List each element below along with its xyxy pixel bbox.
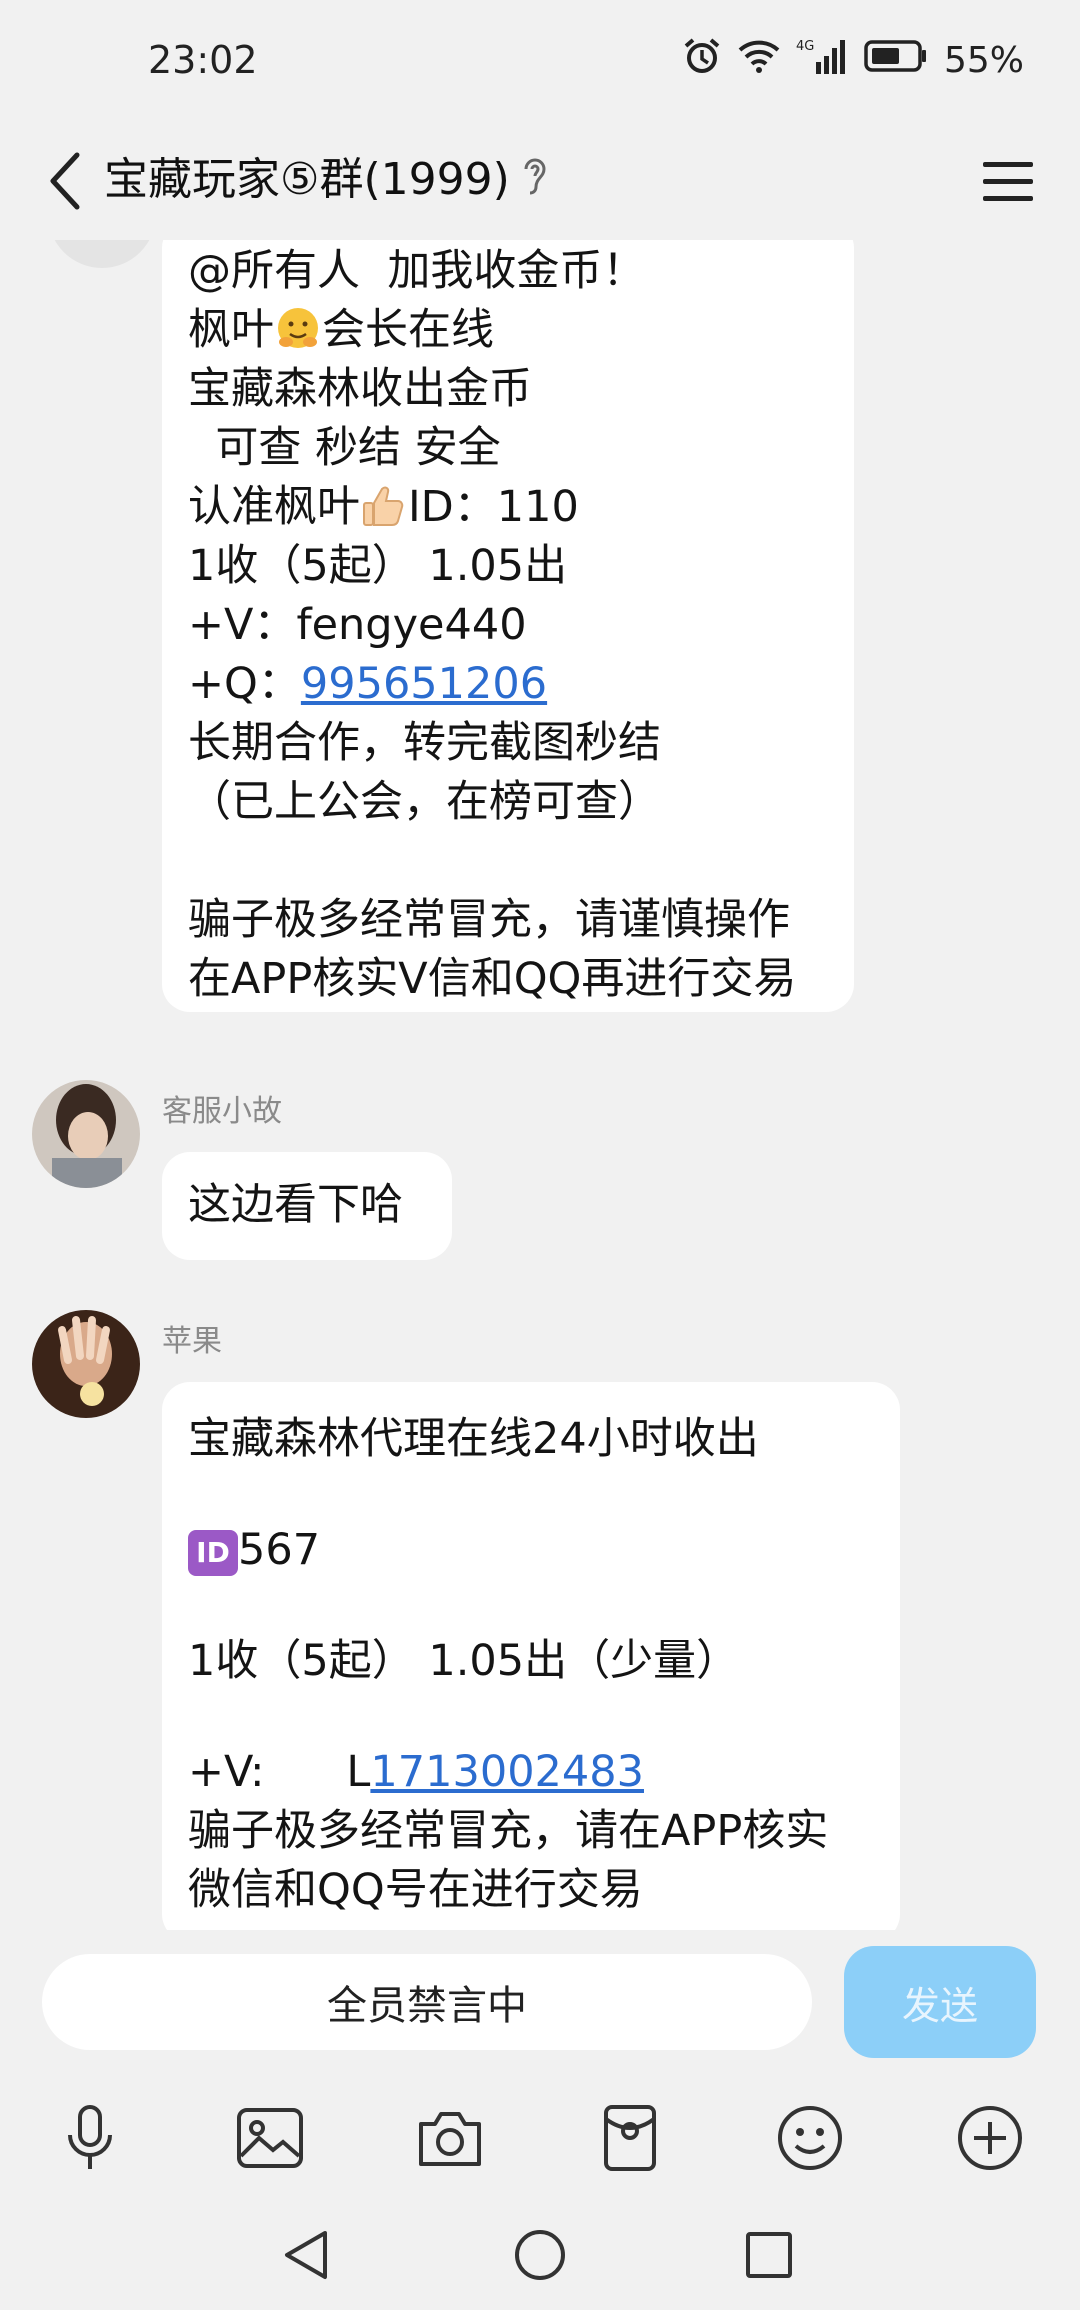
message-text: 骗子极多经常冒充，请在APP核实 bbox=[188, 1806, 829, 1856]
hugging-face-emoji-icon bbox=[278, 308, 318, 348]
avatar[interactable] bbox=[32, 1080, 140, 1188]
nav-recents-button[interactable] bbox=[734, 2220, 804, 2290]
sender-name: 客服小故 bbox=[162, 1094, 282, 1129]
message-text: （已上公会，在榜可查） bbox=[188, 777, 661, 827]
avatar[interactable] bbox=[32, 1310, 140, 1418]
message-text: 微信和QQ号在进行交易 bbox=[188, 1865, 643, 1915]
input-toolbar bbox=[0, 2080, 1080, 2190]
battery-percent: 55% bbox=[943, 40, 1024, 81]
message-text: ID：110 bbox=[408, 482, 579, 532]
thumbs-up-emoji-icon bbox=[363, 486, 404, 526]
chat-message-list[interactable]: @所有人 加我收金币！ 枫叶 会长在线 宝藏森林收出金币 可查 秒结 安全 认准枫… bbox=[0, 240, 1080, 1930]
message-text: 会长在线 bbox=[322, 305, 494, 355]
message-text: 宝藏森林代理在线24小时收出 bbox=[188, 1414, 759, 1464]
message-input[interactable]: 全员禁言中 bbox=[42, 1954, 812, 2050]
message-text: 长期合作，转完截图秒结 bbox=[188, 718, 661, 768]
signal-icon: 4G bbox=[796, 36, 848, 85]
network-type: 4G bbox=[796, 39, 814, 54]
image-icon[interactable] bbox=[234, 2102, 306, 2174]
status-icons: 4G 55% bbox=[682, 36, 1024, 85]
message-text-row: 认准枫叶 ID：110 bbox=[188, 478, 828, 537]
chevron-left-icon bbox=[50, 152, 80, 210]
wechat-number-link[interactable]: 1713002483 bbox=[370, 1747, 644, 1797]
message-text: 枫叶 bbox=[188, 305, 274, 355]
message-text-row: 枫叶 会长在线 bbox=[188, 301, 828, 360]
message-text: 1收（5起） 1.05出（少量） bbox=[188, 1636, 740, 1686]
alarm-icon bbox=[682, 36, 722, 85]
ear-icon[interactable] bbox=[520, 153, 550, 201]
avatar[interactable] bbox=[48, 240, 156, 268]
message-text: 这边看下哈 bbox=[188, 1180, 403, 1230]
red-packet-icon[interactable] bbox=[594, 2102, 666, 2174]
menu-line bbox=[983, 161, 1033, 167]
message-text-row: +V: L1713002483 bbox=[188, 1743, 874, 1802]
back-button[interactable] bbox=[30, 141, 100, 221]
message-text: +V：fengye440 bbox=[188, 600, 527, 650]
message-text-row: ID 567 bbox=[188, 1521, 874, 1580]
message-text: 骗子极多经常冒充，请谨慎操作 bbox=[188, 895, 790, 945]
message-text-row: +Q：995651206 bbox=[188, 655, 828, 714]
status-time: 23:02 bbox=[148, 38, 258, 82]
message-text: 1收（5起） 1.05出 bbox=[188, 541, 568, 591]
message-text: +Q： bbox=[188, 659, 301, 709]
nav-home-button[interactable] bbox=[505, 2220, 575, 2290]
battery-icon bbox=[864, 39, 928, 82]
camera-icon[interactable] bbox=[414, 2102, 486, 2174]
plus-icon[interactable] bbox=[954, 2102, 1026, 2174]
id-badge-icon: ID bbox=[188, 1530, 238, 1576]
message-text: 可查 秒结 安全 bbox=[188, 423, 501, 473]
emoji-icon[interactable] bbox=[774, 2102, 846, 2174]
sender-name: 苹果 bbox=[162, 1324, 222, 1359]
message-text: 宝藏森林收出金币 bbox=[188, 364, 532, 414]
microphone-icon[interactable] bbox=[54, 2102, 126, 2174]
wifi-icon bbox=[738, 38, 780, 83]
message-text: +V: L bbox=[188, 1747, 371, 1797]
system-navigation-bar bbox=[0, 2210, 1080, 2310]
chat-header: 宝藏玩家⑤群(1999) bbox=[0, 125, 1080, 240]
message-text: @所有人 加我收金币！ bbox=[188, 246, 646, 296]
message-text: 567 bbox=[238, 1525, 321, 1575]
send-button[interactable]: 发送 bbox=[844, 1946, 1036, 2058]
message-bubble[interactable]: 这边看下哈 bbox=[162, 1152, 452, 1260]
menu-line bbox=[983, 178, 1033, 184]
message-bubble[interactable]: @所有人 加我收金币！ 枫叶 会长在线 宝藏森林收出金币 可查 秒结 安全 认准枫… bbox=[162, 240, 854, 1012]
message-bubble[interactable]: 宝藏森林代理在线24小时收出 ID 567 1收（5起） 1.05出（少量） +V… bbox=[162, 1382, 900, 1930]
input-area: 全员禁言中 发送 bbox=[0, 1930, 1080, 2310]
nav-back-button[interactable] bbox=[272, 2220, 342, 2290]
menu-line bbox=[983, 195, 1033, 201]
status-bar: 23:02 4G 55% bbox=[0, 0, 1080, 125]
message-text: 认准枫叶 bbox=[188, 482, 360, 532]
message-text: 在APP核实V信和QQ再进行交易 bbox=[188, 954, 797, 1004]
menu-button[interactable] bbox=[972, 145, 1044, 217]
qq-number-link[interactable]: 995651206 bbox=[301, 659, 547, 709]
chat-title[interactable]: 宝藏玩家⑤群(1999) bbox=[104, 145, 510, 215]
